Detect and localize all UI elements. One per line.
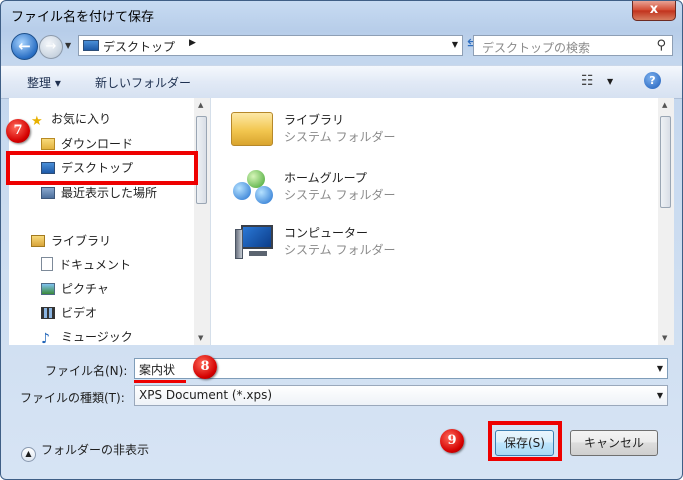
filetype-select[interactable]: XPS Document (*.xps) ▼ xyxy=(134,385,668,406)
filetype-dropdown-icon[interactable]: ▼ xyxy=(657,391,663,400)
save-form: ファイル名(N): 案内状 ▼ ファイルの種類(T): XPS Document… xyxy=(1,346,682,406)
close-button[interactable]: x xyxy=(632,1,676,21)
content-scrollbar[interactable]: ▲ ▼ xyxy=(658,98,674,345)
filename-dropdown-icon[interactable]: ▼ xyxy=(657,364,663,373)
dialog-footer: ▲ フォルダーの非表示 保存(S) キャンセル xyxy=(1,411,682,479)
picture-icon xyxy=(41,283,55,295)
forward-arrow-icon: → xyxy=(45,39,57,54)
computer-icon xyxy=(235,223,275,261)
view-options-icon[interactable]: ☷ xyxy=(581,73,594,89)
navigation-scrollbar[interactable]: ▲ ▼ xyxy=(194,98,210,345)
library-folder-icon xyxy=(231,112,273,146)
item-name: ホームグループ xyxy=(284,171,367,185)
homegroup-icon xyxy=(231,168,275,206)
file-list: ライブラリ システム フォルダー ホームグループ システム フォルダー コンピュ… xyxy=(211,98,674,345)
new-folder-button[interactable]: 新しいフォルダー xyxy=(95,74,191,91)
sidebar-item-music[interactable]: ♪ ミュージック xyxy=(41,328,133,345)
item-name: コンピューター xyxy=(284,226,369,240)
scroll-up-icon[interactable]: ▲ xyxy=(662,101,667,109)
scroll-thumb[interactable] xyxy=(660,116,671,208)
library-icon xyxy=(31,235,45,247)
cancel-button[interactable]: キャンセル xyxy=(570,430,658,456)
history-dropdown-icon[interactable]: ▼ xyxy=(65,41,71,50)
sidebar-item-label: ライブラリ xyxy=(51,234,112,248)
hide-folders-button[interactable]: ▲ フォルダーの非表示 xyxy=(21,441,149,462)
address-text: デスクトップ xyxy=(103,40,176,54)
item-type: システム フォルダー xyxy=(284,130,396,144)
recent-places-icon xyxy=(41,187,55,199)
organize-button[interactable]: 整理 ▾ xyxy=(27,74,61,91)
sidebar-item-label: 最近表示した場所 xyxy=(61,186,158,200)
search-placeholder: デスクトップの検索 xyxy=(482,41,591,55)
filename-value: 案内状 xyxy=(139,363,176,377)
save-as-dialog: ファイル名を付けて保存 x ← → ▼ デスクトップ ▶ ▼ ⇆ デスクトップの… xyxy=(0,0,683,480)
sidebar-item-videos[interactable]: ビデオ xyxy=(41,304,97,321)
item-type: システム フォルダー xyxy=(284,243,396,257)
sidebar-item-label: ピクチャ xyxy=(61,282,109,296)
scroll-down-icon[interactable]: ▼ xyxy=(662,334,667,342)
window-title: ファイル名を付けて保存 xyxy=(11,10,155,25)
filetype-value: XPS Document (*.xps) xyxy=(139,388,273,402)
filename-label: ファイル名(N): xyxy=(45,364,128,378)
back-button[interactable]: ← xyxy=(11,33,38,60)
item-type: システム フォルダー xyxy=(284,188,396,202)
filetype-label: ファイルの種類(T): xyxy=(20,391,125,405)
address-bar[interactable]: デスクトップ ▶ ▼ xyxy=(78,35,463,56)
item-name: ライブラリ xyxy=(284,113,345,127)
sidebar-item-favorites[interactable]: ★ お気に入り xyxy=(31,110,111,130)
navigation-bar: ← → ▼ デスクトップ ▶ ▼ ⇆ デスクトップの検索 ⚲ xyxy=(1,29,682,63)
sidebar-item-label: ドキュメント xyxy=(59,258,132,272)
chevron-up-icon: ▲ xyxy=(21,447,36,462)
forward-button[interactable]: → xyxy=(39,35,63,59)
search-icon[interactable]: ⚲ xyxy=(656,38,666,53)
video-icon xyxy=(41,307,55,319)
music-icon: ♪ xyxy=(41,331,50,345)
close-icon: x xyxy=(649,2,659,17)
sidebar-item-label: ミュージック xyxy=(61,330,133,344)
navigation-pane: ★ お気に入り ダウンロード デスクトップ 最近表示した場所 ライブラリ ドキュメ… xyxy=(9,98,211,345)
filename-underline xyxy=(134,380,186,383)
sidebar-item-label: ビデオ xyxy=(61,306,98,320)
view-dropdown-icon[interactable]: ▼ xyxy=(607,77,613,86)
sidebar-item-documents[interactable]: ドキュメント xyxy=(41,256,131,273)
sidebar-item-recent-places[interactable]: 最近表示した場所 xyxy=(41,184,157,201)
step-marker-9: 9 xyxy=(440,429,464,453)
star-icon: ★ xyxy=(31,114,43,129)
search-input[interactable]: デスクトップの検索 ⚲ xyxy=(473,35,673,56)
sidebar-item-pictures[interactable]: ピクチャ xyxy=(41,280,109,297)
sidebar-item-downloads[interactable]: ダウンロード xyxy=(41,135,133,152)
hide-folders-label: フォルダーの非表示 xyxy=(41,443,150,457)
help-icon[interactable]: ? xyxy=(644,72,661,89)
highlight-save-box xyxy=(488,421,562,461)
scroll-down-icon[interactable]: ▼ xyxy=(198,334,203,342)
address-dropdown-icon[interactable]: ▼ xyxy=(452,40,458,49)
breadcrumb-chevron-icon[interactable]: ▶ xyxy=(189,38,196,48)
title-bar: ファイル名を付けて保存 x xyxy=(1,1,682,29)
sidebar-item-label: お気に入り xyxy=(51,112,112,126)
desktop-icon xyxy=(83,40,99,51)
command-toolbar: 整理 ▾ 新しいフォルダー ☷ ▼ ? xyxy=(1,65,682,99)
sidebar-item-label: ダウンロード xyxy=(61,137,134,151)
document-icon xyxy=(41,257,53,271)
sidebar-item-libraries[interactable]: ライブラリ xyxy=(31,232,111,249)
step-marker-7: 7 xyxy=(6,119,30,143)
scroll-up-icon[interactable]: ▲ xyxy=(198,101,203,109)
download-folder-icon xyxy=(41,138,55,150)
back-arrow-icon: ← xyxy=(18,37,31,55)
step-marker-8: 8 xyxy=(193,355,217,379)
highlight-desktop-box xyxy=(6,151,198,185)
